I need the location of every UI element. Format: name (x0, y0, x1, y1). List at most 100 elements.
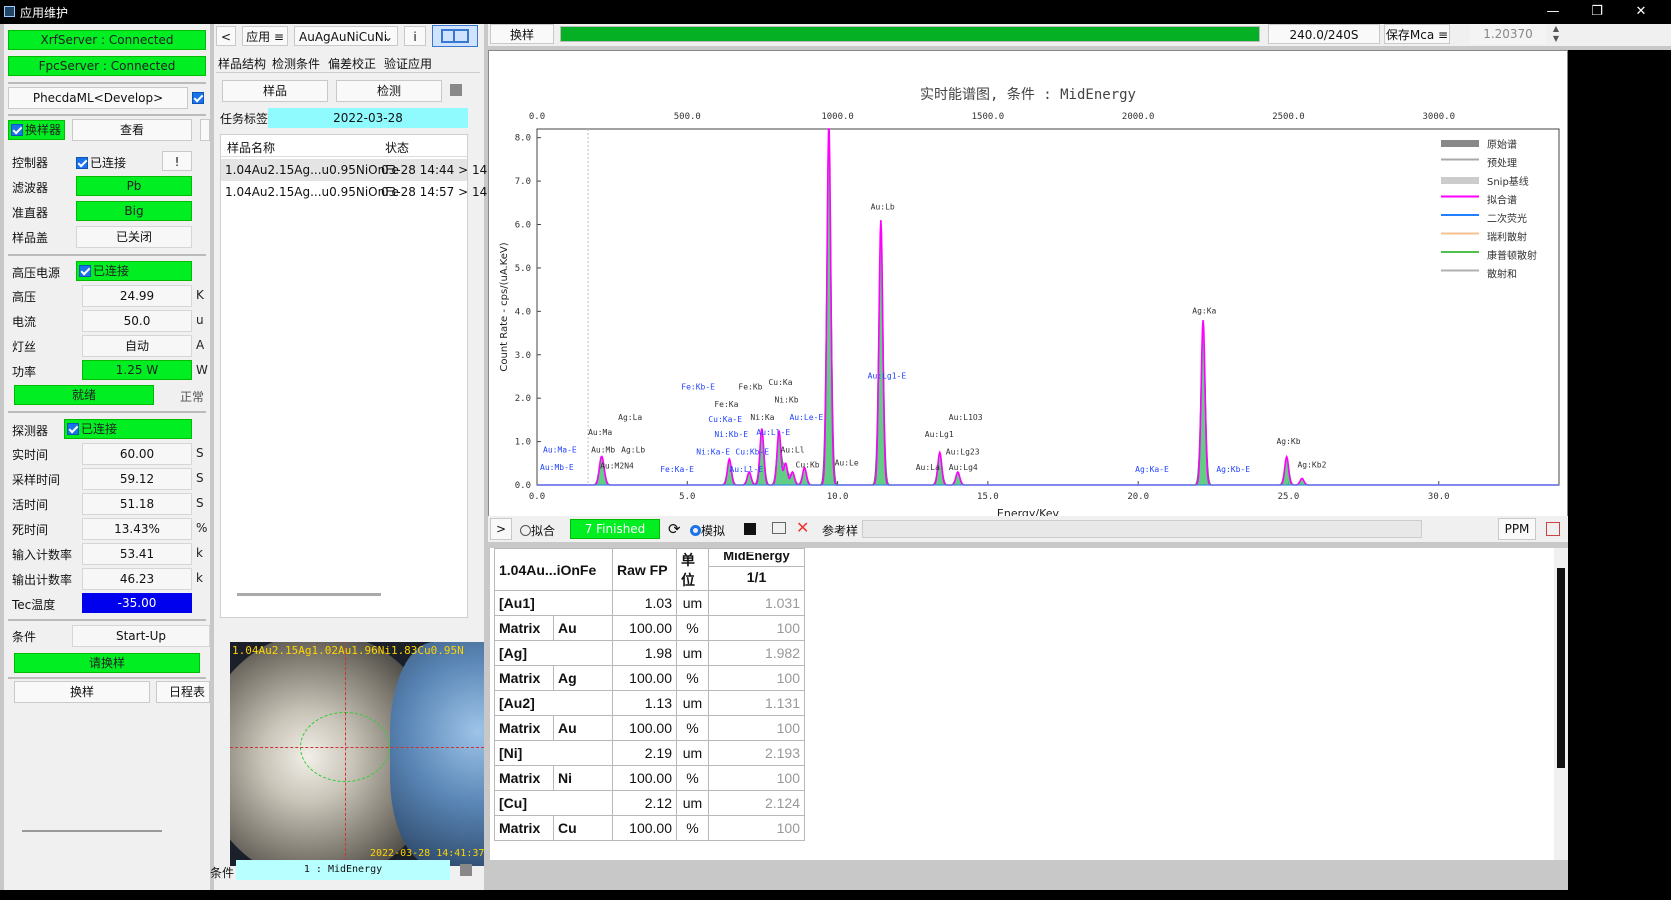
calendar-icon[interactable] (1546, 522, 1560, 536)
folder-icon[interactable] (772, 522, 786, 534)
table-row[interactable]: [Ni] 2.19 um 2.193 (494, 740, 805, 766)
col-cond-header: MidEnergy 1/1 (708, 548, 805, 591)
app-menu-button[interactable]: 应用 ≡ (242, 26, 288, 46)
change-sample-button[interactable]: 换样 (14, 681, 150, 703)
sample-table: 样品名称 状态 1.04Au2.15Ag...u0.95NiOnFe 03-28… (220, 134, 487, 618)
changer-toggle[interactable]: 换样器 (8, 120, 65, 140)
spin-arrows-icon[interactable]: ▲ ▼ (1550, 24, 1562, 44)
stop-icon[interactable] (450, 84, 462, 96)
filament-label: 灯丝 (12, 340, 37, 354)
ppm-button[interactable]: PPM (1498, 518, 1536, 540)
finished-status: 7 Finished (570, 519, 660, 539)
hv-status: 已连接 (76, 261, 192, 281)
overflow-button[interactable] (200, 119, 210, 141)
col-name-header: 1.04Au...iOnFe (494, 548, 613, 591)
xrf-server-status: XrfServer : Connected (8, 30, 206, 50)
tab-0[interactable]: 样品结构 (218, 55, 266, 72)
row-raw: 2.19 (612, 740, 677, 766)
tab-1[interactable]: 检测条件 (272, 55, 320, 72)
condition-value[interactable]: Start-Up (72, 625, 210, 647)
table-row[interactable]: [Au1] 1.03 um 1.031 (494, 590, 805, 616)
tab-2[interactable]: 偏差校正 (328, 55, 376, 72)
left-scrollbar[interactable] (22, 830, 162, 832)
row-unit: um (676, 740, 709, 766)
app-select[interactable]: AuAgAuNiCuNi ⌄ (294, 26, 398, 46)
table-row[interactable]: Matrix Ag 100.00 % 100 (494, 665, 805, 691)
change-button-top[interactable]: 换样 (490, 24, 554, 44)
row-value: 100 (708, 715, 805, 741)
detect-button[interactable]: 检测 (336, 80, 442, 102)
model-select[interactable]: PhecdaML<Develop> (8, 87, 188, 109)
table-row[interactable]: Matrix Au 100.00 % 100 (494, 615, 805, 641)
metric-label: 死时间 (12, 523, 49, 537)
task-label: 任务标签 (220, 112, 269, 126)
row-unit: % (676, 615, 709, 641)
close-icon[interactable]: ✕ (1619, 0, 1663, 24)
peak-annotation: Au:Ll (780, 445, 804, 454)
stop-icon[interactable] (744, 523, 756, 535)
task-date[interactable]: 2022-03-28 (268, 108, 468, 128)
current-value: 50.0 (82, 310, 192, 332)
spin-value[interactable]: 1.20370 (1470, 24, 1546, 44)
table-row[interactable]: Matrix Cu 100.00 % 100 (494, 815, 805, 841)
power-unit: W (196, 363, 208, 377)
peak-annotation: Au:La (916, 463, 940, 472)
table-row[interactable]: [Ag] 1.98 um 1.982 (494, 640, 805, 666)
tab-3[interactable]: 验证应用 (384, 55, 432, 72)
back-button[interactable]: < (216, 26, 236, 46)
cond-value[interactable]: 1 : MidEnergy (236, 860, 450, 880)
results-scrollbar[interactable] (1554, 548, 1568, 860)
scroll-thumb[interactable] (1557, 568, 1565, 768)
sample-button[interactable]: 样品 (222, 80, 328, 102)
peak-annotation: Fe:Ka-E (660, 465, 694, 474)
table-row[interactable]: 1.04Au2.15Ag...u0.95NiOnFe 03-28 14:57 >… (221, 181, 487, 203)
power-label: 功率 (12, 365, 37, 379)
row-name: Matrix (494, 765, 554, 791)
tec-label: Tec温度 (12, 598, 56, 612)
please-change-status: 请换样 (14, 653, 200, 673)
simulate-radio[interactable]: 模拟 (690, 522, 725, 539)
table-row[interactable]: Matrix Ni 100.00 % 100 (494, 765, 805, 791)
minimize-icon[interactable]: — (1531, 0, 1575, 24)
expand-button[interactable]: > (490, 518, 512, 540)
middle-panel: < 应用 ≡ AuAgAuNiCuNi ⌄ i 样品结构 检测条件 偏差校正 验证应用 … (210, 24, 487, 890)
col-cond-sub: 1/1 (709, 566, 804, 587)
layout-toggle-button[interactable] (432, 25, 478, 47)
row-value: 100 (708, 815, 805, 841)
progress-text: 240.0/240S (1268, 24, 1380, 44)
row-raw: 100.00 (612, 815, 677, 841)
ref-input[interactable] (862, 520, 1422, 538)
save-mca-button[interactable]: 保存Mca ≡ (1384, 24, 1450, 44)
peak-annotation: Fe:Ka (714, 400, 738, 409)
x-tick-label: 10.0 (827, 492, 849, 502)
table-row[interactable]: Matrix Au 100.00 % 100 (494, 715, 805, 741)
table-row[interactable]: 1.04Au2.15Ag...u0.95NiOnFe 03-28 14:44 >… (221, 159, 487, 181)
table-row[interactable]: [Cu] 2.12 um 2.124 (494, 790, 805, 816)
metric-value: 59.12 (82, 468, 192, 490)
table-row[interactable]: [Au2] 1.13 um 1.131 (494, 690, 805, 716)
table-scrollbar[interactable] (237, 593, 381, 596)
row-name: [Au1] (494, 590, 613, 616)
schedule-button[interactable]: 日程表 (156, 681, 210, 703)
metric-unit: % (196, 521, 208, 535)
peak-annotation: Ag:La (618, 413, 642, 422)
top-bar: 换样 240.0/240S 保存Mca ≡ 1.20370 ▲ ▼ (488, 24, 1671, 46)
cond-stop-icon[interactable] (460, 864, 472, 876)
col-unit-header: 单位 (676, 548, 709, 591)
fit-radio[interactable]: 拟合 (520, 522, 555, 539)
info-button[interactable]: i (404, 26, 426, 46)
refresh-icon[interactable]: ⟳ (668, 520, 681, 538)
metric-label: 活时间 (12, 498, 49, 512)
model-checkbox[interactable] (192, 92, 204, 104)
sample-table-header: 样品名称 状态 (221, 135, 467, 157)
row-unit: um (676, 690, 709, 716)
app-icon (4, 6, 15, 17)
controller-alert-button[interactable]: ! (162, 151, 192, 171)
crosshair-h (230, 747, 484, 748)
view-button[interactable]: 查看 (72, 119, 192, 141)
row-unit: % (676, 815, 709, 841)
row-name: Matrix (494, 615, 554, 641)
maximize-icon[interactable]: ❐ (1575, 0, 1619, 24)
clear-icon[interactable]: ✕ (796, 518, 809, 537)
peak-annotation: Cu:Kb (796, 461, 820, 470)
